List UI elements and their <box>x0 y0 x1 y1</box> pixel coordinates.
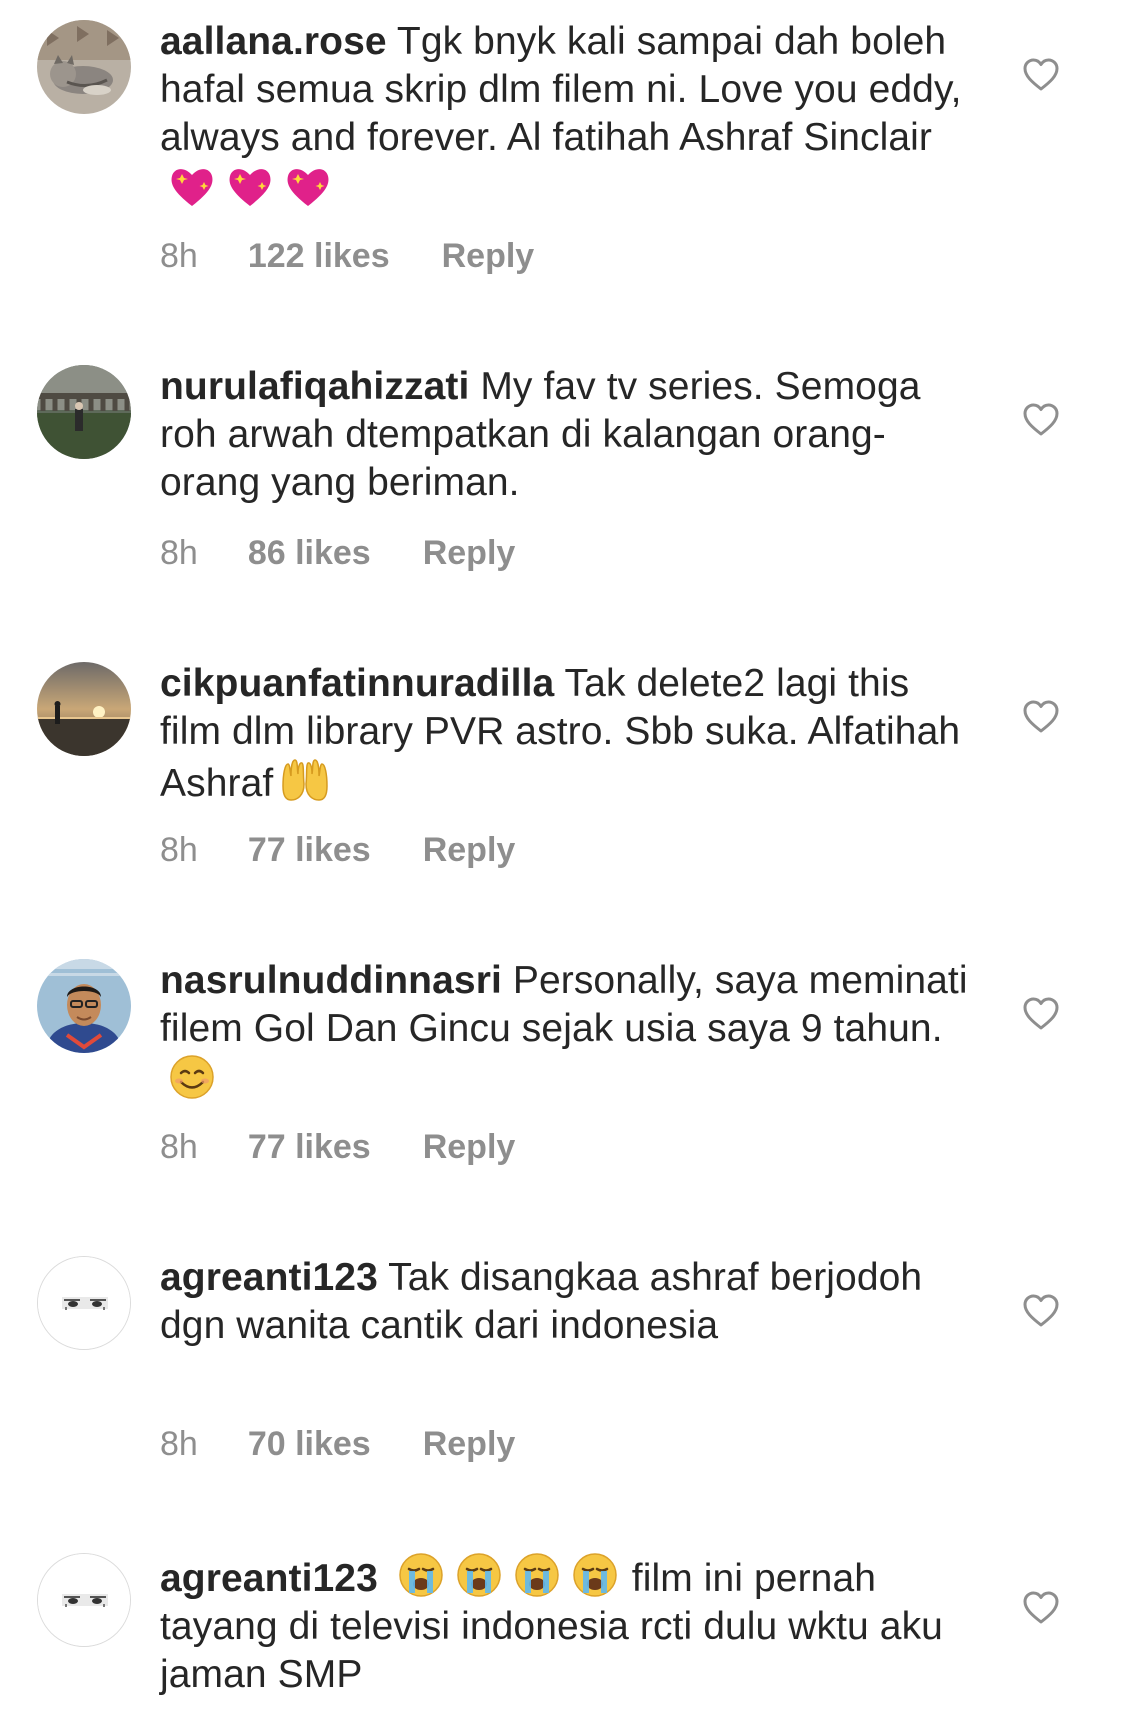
comment-likes[interactable]: 86 likes <box>248 533 371 573</box>
comment-meta: 8h 77 likes Reply <box>160 1127 515 1167</box>
comment-username[interactable]: nurulafiqahizzati <box>160 365 469 408</box>
reply-button[interactable]: Reply <box>442 236 535 276</box>
comment-text: nurulafiqahizzati My fav tv series. Semo… <box>160 363 980 507</box>
comment-text: aallana.rose Tgk bnyk kali sampai dah bo… <box>160 18 980 214</box>
loudly-crying-face-emoji <box>453 1551 505 1599</box>
comment-likes[interactable]: 122 likes <box>248 236 390 276</box>
comment-username[interactable]: cikpuanfatinnuradilla <box>160 662 554 705</box>
comment-meta: 8h 122 likes Reply <box>160 236 534 276</box>
avatar[interactable] <box>37 1256 131 1350</box>
comment-likes[interactable]: 77 likes <box>248 830 371 870</box>
comment-time: 8h <box>160 237 198 275</box>
comment-text: cikpuanfatinnuradilla Tak delete2 lagi t… <box>160 660 980 808</box>
comment-time: 8h <box>160 534 198 572</box>
comment-meta: 8h 70 likes Reply <box>160 1424 515 1464</box>
reply-button[interactable]: Reply <box>423 533 516 573</box>
comment-username[interactable]: aallana.rose <box>160 20 387 63</box>
comment-text: agreanti123 film ini pernah tayang di te… <box>160 1551 980 1699</box>
sparkling-heart-emoji <box>282 162 334 210</box>
comment-text: agreanti123 Tak disangkaa ashraf berjodo… <box>160 1254 980 1350</box>
comment-time: 8h <box>160 1425 198 1463</box>
comment-time: 8h <box>160 1128 198 1166</box>
heart-outline-icon[interactable] <box>1022 1292 1060 1330</box>
reply-button[interactable]: Reply <box>423 1127 516 1167</box>
comment-username[interactable]: agreanti123 <box>160 1557 378 1600</box>
heart-outline-icon[interactable] <box>1022 56 1060 94</box>
comment-time: 8h <box>160 831 198 869</box>
loudly-crying-face-emoji <box>569 1551 621 1599</box>
avatar[interactable] <box>37 662 131 756</box>
heart-outline-icon[interactable] <box>1022 698 1060 736</box>
heart-outline-icon[interactable] <box>1022 995 1060 1033</box>
comment-username[interactable]: agreanti123 <box>160 1256 378 1299</box>
sparkling-heart-emoji <box>166 162 218 210</box>
reply-button[interactable]: Reply <box>423 1424 516 1464</box>
heart-outline-icon[interactable] <box>1022 1589 1060 1627</box>
avatar[interactable] <box>37 20 131 114</box>
sparkling-heart-emoji <box>224 162 276 210</box>
loudly-crying-face-emoji <box>511 1551 563 1599</box>
comment-meta: 8h 77 likes Reply <box>160 830 515 870</box>
heart-outline-icon[interactable] <box>1022 401 1060 439</box>
comment-text: nasrulnuddinnasri Personally, saya memin… <box>160 957 980 1105</box>
avatar[interactable] <box>37 959 131 1053</box>
loudly-crying-face-emoji <box>395 1551 447 1599</box>
comment-likes[interactable]: 77 likes <box>248 1127 371 1167</box>
avatar[interactable] <box>37 1553 131 1647</box>
comment-meta: 8h 86 likes Reply <box>160 533 515 573</box>
comment-likes[interactable]: 70 likes <box>248 1424 371 1464</box>
avatar[interactable] <box>37 365 131 459</box>
raised-palms-emoji <box>279 756 331 804</box>
reply-button[interactable]: Reply <box>423 830 516 870</box>
smiling-face-emoji <box>166 1053 218 1101</box>
comment-username[interactable]: nasrulnuddinnasri <box>160 959 502 1002</box>
